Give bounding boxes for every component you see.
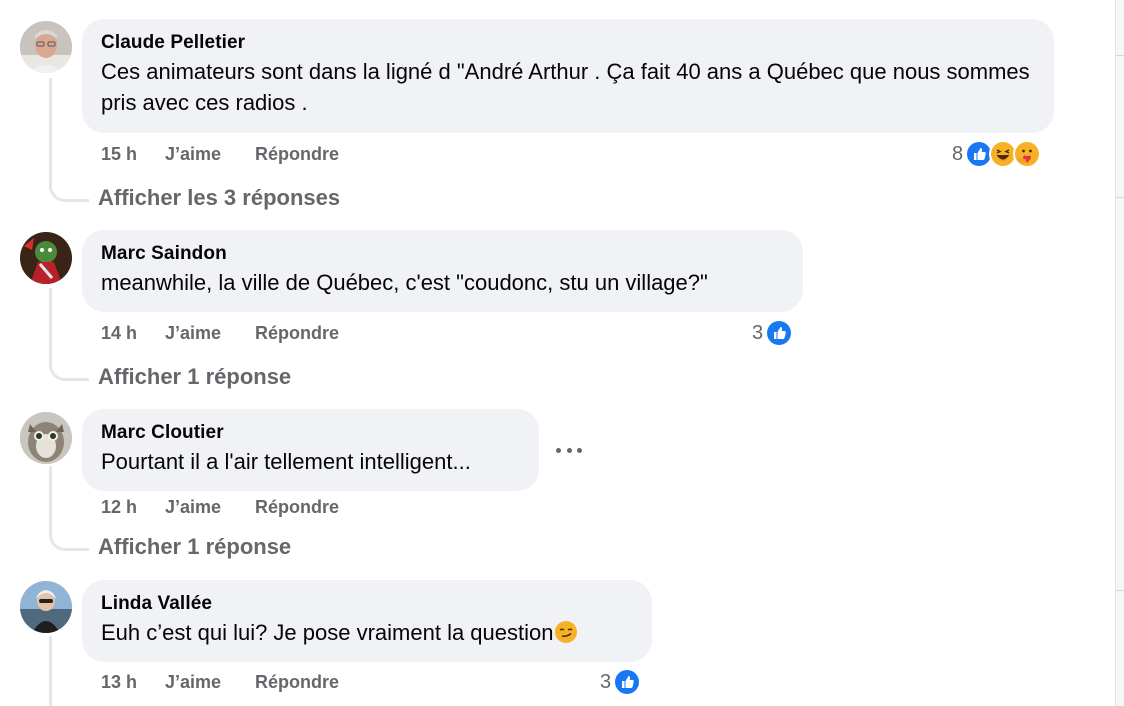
- comment-author[interactable]: Claude Pelletier: [101, 31, 1035, 55]
- reply-button[interactable]: Répondre: [255, 671, 339, 693]
- comment-time[interactable]: 14 h: [101, 322, 165, 344]
- view-replies-link[interactable]: Afficher 1 réponse: [98, 364, 291, 390]
- comment-bubble: Linda Vallée Euh c’est qui lui? Je pose …: [82, 580, 652, 662]
- avatar[interactable]: [20, 232, 72, 284]
- thread-curve: [49, 361, 89, 381]
- view-replies-link[interactable]: Afficher 1 réponse: [98, 534, 291, 560]
- comment-text-content: Euh c’est qui lui? Je pose vraiment la q…: [101, 620, 554, 645]
- comment-time[interactable]: 13 h: [101, 671, 165, 693]
- comment-bubble: Marc Saindon meanwhile, la ville de Québ…: [82, 230, 803, 312]
- like-button[interactable]: J’aime: [165, 496, 255, 518]
- comment-bubble: Marc Cloutier Pourtant il a l'air tellem…: [82, 409, 539, 491]
- reaction-count: 8: [952, 142, 964, 165]
- avatar[interactable]: [20, 21, 72, 73]
- care-icon: [1013, 140, 1042, 168]
- smirk-emoji-icon: [554, 620, 578, 644]
- reaction-summary[interactable]: 8: [952, 140, 1042, 168]
- reply-button[interactable]: Répondre: [255, 143, 339, 165]
- comment-text: Ces animateurs sont dans la ligné d "And…: [101, 59, 1030, 115]
- comment-text: meanwhile, la ville de Québec, c'est "co…: [101, 270, 708, 295]
- comment-text: Euh c’est qui lui? Je pose vraiment la q…: [101, 617, 633, 648]
- comment-actions: 15 h J’aime Répondre: [101, 143, 339, 165]
- reaction-summary[interactable]: 3: [600, 668, 642, 696]
- comment-bubble: Claude Pelletier Ces animateurs sont dan…: [82, 19, 1054, 133]
- comment-author[interactable]: Linda Vallée: [101, 592, 633, 616]
- reaction-count: 3: [600, 670, 612, 693]
- reply-button[interactable]: Répondre: [255, 322, 339, 344]
- comment-actions: 13 h J’aime Répondre: [101, 671, 339, 693]
- like-icon: [765, 319, 794, 347]
- reaction-count: 3: [752, 321, 764, 344]
- like-button[interactable]: J’aime: [165, 143, 255, 165]
- comment-actions: 12 h J’aime Répondre: [101, 496, 339, 518]
- comment-author[interactable]: Marc Cloutier: [101, 421, 520, 445]
- comment-text: Pourtant il a l'air tellement intelligen…: [101, 449, 471, 474]
- like-button[interactable]: J’aime: [165, 671, 255, 693]
- like-button[interactable]: J’aime: [165, 322, 255, 344]
- comment-time[interactable]: 12 h: [101, 496, 165, 518]
- reply-button[interactable]: Répondre: [255, 496, 339, 518]
- like-icon: [613, 668, 642, 696]
- comment-time[interactable]: 15 h: [101, 143, 165, 165]
- comment-author[interactable]: Marc Saindon: [101, 242, 784, 266]
- thread-line: [49, 466, 52, 538]
- right-scroll-edge: [1115, 0, 1124, 706]
- thread-curve: [49, 531, 89, 551]
- avatar[interactable]: [20, 412, 72, 464]
- thread-curve: [49, 182, 89, 202]
- thread-line: [49, 78, 52, 190]
- view-replies-link[interactable]: Afficher les 3 réponses: [98, 185, 340, 211]
- thread-line: [49, 636, 52, 706]
- avatar[interactable]: [20, 581, 72, 633]
- more-options-icon[interactable]: [556, 440, 582, 460]
- reaction-summary[interactable]: 3: [752, 319, 794, 347]
- comment-actions: 14 h J’aime Répondre: [101, 322, 339, 344]
- thread-line: [49, 288, 52, 368]
